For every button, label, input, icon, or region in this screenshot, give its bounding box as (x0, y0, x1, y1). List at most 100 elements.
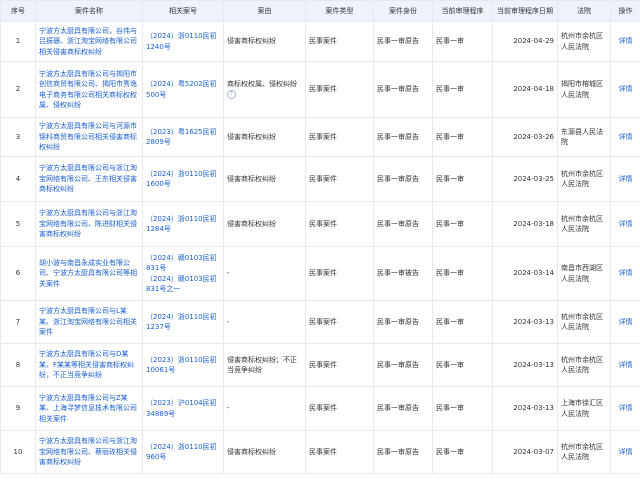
cell-case-number: （2023）粤1625民初2809号 (142, 117, 224, 157)
header-case-name: 案件名称 (35, 0, 143, 22)
cell-case-type: 民事案件 (305, 61, 374, 118)
case-name-link[interactable]: 宁波方太厨具有限公司与浙江淘宝网络有限公司、王东相关侵害商标权纠纷 (39, 164, 137, 193)
cell-stage: 民事一审 (432, 21, 493, 62)
cell-stage-date: 2024-04-18 (492, 61, 558, 118)
case-name-link[interactable]: 宁波方太厨具有限公司与Z某某、上海寻梦信息技术有限公司相关案件 (39, 394, 137, 423)
cell-stage-date: 2024-03-13 (492, 386, 558, 431)
details-link[interactable]: 详情 (619, 85, 633, 93)
cell-case-number: （2024）浙0110民初1284号 (142, 201, 224, 247)
case-number-link[interactable]: （2023）浙0110民初10061号 (146, 355, 220, 376)
cell-role: 民事一审原告 (373, 156, 433, 202)
cell-stage: 民事一审 (432, 201, 493, 247)
details-link[interactable]: 详情 (619, 318, 633, 326)
cause-text: - (227, 269, 230, 278)
header-case-type: 案件类型 (305, 0, 374, 22)
case-number-link[interactable]: （2023）沪0104民初34889号 (146, 398, 220, 419)
cause-text: 侵害商标权纠纷 (227, 447, 276, 456)
details-link[interactable]: 详情 (619, 133, 633, 141)
case-number-link[interactable]: （2024）浙0110民初1237号 (146, 312, 220, 333)
cell-case-number: （2023）沪0104民初34889号 (142, 386, 224, 431)
cell-action: 详情 (610, 117, 640, 157)
case-number-link[interactable]: （2024）浙0110民初960号 (146, 442, 220, 463)
details-link[interactable]: 详情 (619, 269, 633, 277)
case-name-link[interactable]: 胡小波与南昌永成实业有限公司、宁波方太厨具有限公司等相关案件 (39, 259, 137, 288)
cell-case-name: 宁波方太厨具有限公司与浙江淘宝网络有限公司、蔡丽玫相关侵害商标权纠纷 (35, 430, 143, 474)
cell-role: 民事一审原告 (373, 343, 433, 387)
case-number-link[interactable]: （2024）赣0103民初831号之一 (146, 274, 220, 295)
case-name-link[interactable]: 宁波方太厨具有限公司与D某某、F某某等相关侵害商标权纠纷，不正当竞争纠纷 (39, 350, 134, 379)
details-link[interactable]: 详情 (619, 220, 633, 228)
header-action: 操作 (610, 0, 640, 22)
case-number-link[interactable]: （2024）粤5202民初500号 (146, 79, 220, 100)
header-court: 法院 (557, 0, 611, 22)
cell-case-type: 民事案件 (305, 343, 374, 387)
case-number-link[interactable]: （2024）浙0110民初1240号 (146, 31, 220, 52)
question-circle-icon[interactable]: ? (227, 90, 236, 99)
header-stage-date: 当前审理程序日期 (492, 0, 558, 22)
cause-text: - (227, 404, 230, 413)
header-role: 案件身份 (373, 0, 433, 22)
details-link[interactable]: 详情 (619, 448, 633, 456)
cell-stage-date: 2024-03-14 (492, 246, 558, 301)
cell-case-name: 宁波方太厨具有限公司与Z某某、上海寻梦信息技术有限公司相关案件 (35, 386, 143, 431)
cell-no: 5 (0, 201, 36, 247)
case-name-link[interactable]: 宁波方太厨具有限公司，谷伟与吕振珊、浙江淘宝网络有限公司相关侵害商标权纠纷 (39, 27, 137, 56)
cell-court: 东源县人民法院 (557, 117, 611, 157)
cell-stage: 民事一审 (432, 246, 493, 301)
cell-no: 4 (0, 156, 36, 202)
cell-no: 2 (0, 61, 36, 118)
cause-text: 侵害商标权纠纷 (227, 174, 276, 183)
cell-role: 民事一审原告 (373, 386, 433, 431)
cell-cause: 侵害商标权纠纷 (223, 21, 306, 62)
case-number-link[interactable]: （2023）粤1625民初2809号 (146, 127, 220, 148)
cell-stage-date: 2024-03-13 (492, 300, 558, 344)
cell-role: 民事一审原告 (373, 21, 433, 62)
cell-no: 6 (0, 246, 36, 301)
cell-cause: 侵害商标权纠纷 (223, 117, 306, 157)
table-row: 7 宁波方太厨具有限公司与L某某、浙江淘宝网络有限公司相关案件 （2024）浙011… (0, 300, 640, 344)
case-number-link[interactable]: （2024）浙0110民初1600号 (146, 169, 220, 190)
cell-case-number: （2024）浙0110民初1240号 (142, 21, 224, 62)
cell-case-name: 宁波方太厨具有限公司，谷伟与吕振珊、浙江淘宝网络有限公司相关侵害商标权纠纷 (35, 21, 143, 62)
cell-cause: - (223, 300, 306, 344)
details-link[interactable]: 详情 (619, 361, 633, 369)
cell-cause: 商标权权属、侵权纠纷? (223, 61, 306, 118)
cause-text: 商标权权属、侵权纠纷 (227, 80, 297, 88)
cell-action: 详情 (610, 430, 640, 474)
details-link[interactable]: 详情 (619, 404, 633, 412)
case-name-link[interactable]: 宁波方太厨具有限公司与浙江淘宝网络有限公司、陈进财相关侵害商标权纠纷 (39, 209, 137, 238)
case-name-link[interactable]: 宁波方太厨具有限公司与揭阳市创信商贸有限公司、揭阳市秀逸电子商务有限公司相关商标… (39, 70, 137, 110)
case-name-link[interactable]: 宁波方太厨具有限公司与浙江淘宝网络有限公司、蔡丽玫相关侵害商标权纠纷 (39, 437, 137, 466)
case-number-link[interactable]: （2024）赣0103民初831号 (146, 253, 220, 274)
details-link[interactable]: 详情 (619, 175, 633, 183)
case-name-link[interactable]: 宁波方太厨具有限公司与河源市锦科商贸有限公司相关侵害商标权纠纷 (39, 122, 137, 151)
cell-cause: - (223, 246, 306, 301)
table-row: 2 宁波方太厨具有限公司与揭阳市创信商贸有限公司、揭阳市秀逸电子商务有限公司相关商… (0, 61, 640, 118)
cell-stage-date: 2024-03-18 (492, 201, 558, 247)
cell-role: 民事一审被告 (373, 246, 433, 301)
cell-stage: 民事一审 (432, 61, 493, 118)
cell-case-type: 民事案件 (305, 246, 374, 301)
cell-action: 详情 (610, 300, 640, 344)
cell-court: 杭州市余杭区人民法院 (557, 156, 611, 202)
cell-cause: 侵害商标权纠纷 (223, 201, 306, 247)
case-name-link[interactable]: 宁波方太厨具有限公司与L某某、浙江淘宝网络有限公司相关案件 (39, 307, 137, 336)
cell-stage-date: 2024-03-13 (492, 343, 558, 387)
cell-case-name: 宁波方太厨具有限公司与L某某、浙江淘宝网络有限公司相关案件 (35, 300, 143, 344)
table-row: 8 宁波方太厨具有限公司与D某某、F某某等相关侵害商标权纠纷，不正当竞争纠纷 （20… (0, 343, 640, 387)
cell-role: 民事一审原告 (373, 117, 433, 157)
cell-action: 详情 (610, 246, 640, 301)
case-number-link[interactable]: （2024）浙0110民初1284号 (146, 214, 220, 235)
cell-stage-date: 2024-04-29 (492, 21, 558, 62)
details-link[interactable]: 详情 (619, 37, 633, 45)
cell-stage: 民事一审 (432, 386, 493, 431)
cause-text: - (227, 317, 230, 326)
cause-text: 侵害商标权纠纷 (227, 37, 276, 46)
cell-case-type: 民事案件 (305, 21, 374, 62)
cell-cause: - (223, 386, 306, 431)
table-row: 4 宁波方太厨具有限公司与浙江淘宝网络有限公司、王东相关侵害商标权纠纷 （2024）… (0, 156, 640, 202)
cell-case-number: （2024）粤5202民初500号 (142, 61, 224, 118)
cell-cause: 侵害商标权纠纷 (223, 156, 306, 202)
cell-case-number: （2023）浙0110民初10061号 (142, 343, 224, 387)
cause-text: 侵害商标权纠纷 (227, 132, 276, 141)
